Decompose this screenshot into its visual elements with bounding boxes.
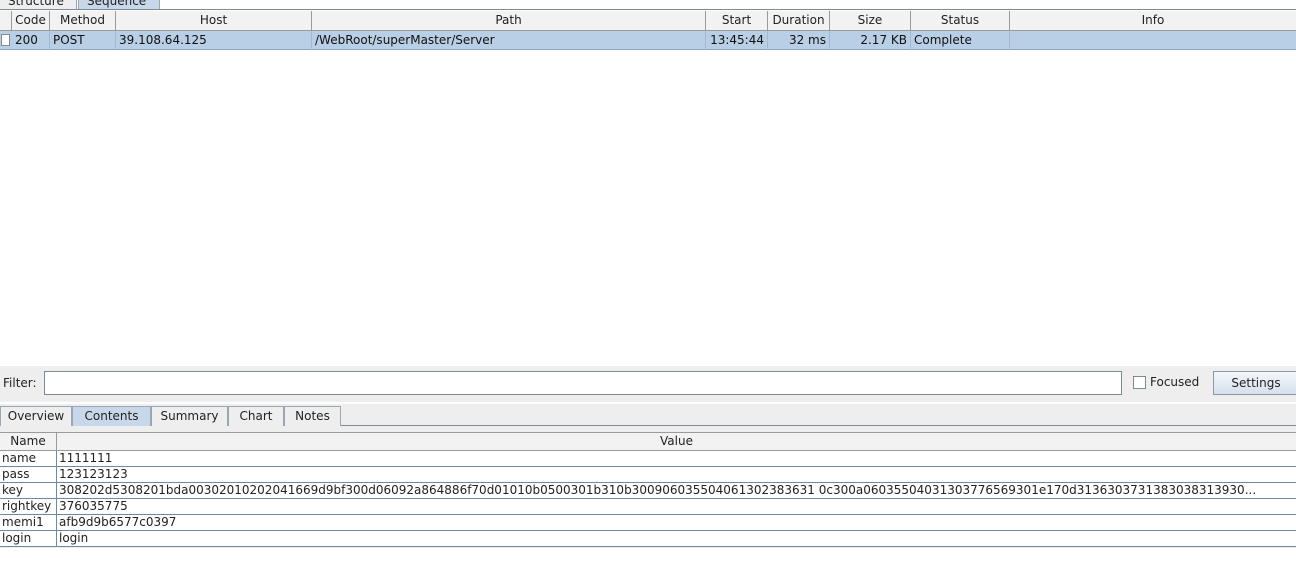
filter-input[interactable] bbox=[44, 371, 1122, 395]
param-value: 308202d5308201bda00302010202041669d9bf30… bbox=[59, 483, 1257, 497]
tab-notes[interactable]: Notes bbox=[284, 406, 341, 426]
param-name: memi1 bbox=[0, 515, 57, 531]
contents-row[interactable]: rightkey 376035775 bbox=[0, 499, 1296, 515]
cell-method: POST bbox=[50, 31, 116, 50]
tab-structure[interactable]: Structure bbox=[0, 0, 77, 9]
cell-code: 200 bbox=[12, 31, 50, 50]
param-name: rightkey bbox=[0, 499, 57, 515]
contents-row[interactable]: memi1 afb9d9b6577c0397 bbox=[0, 515, 1296, 531]
cell-status: Complete bbox=[911, 31, 1010, 50]
tab-summary[interactable]: Summary bbox=[151, 406, 228, 426]
detail-tabs: Overview Contents Summary Chart Notes bbox=[0, 404, 1296, 426]
contents-panel: Name Value name 1111111 pass 123123123 k… bbox=[0, 426, 1296, 567]
column-header-value[interactable]: Value bbox=[57, 433, 1296, 451]
view-tabs: Structure Sequence bbox=[0, 0, 1296, 10]
cell-size: 2.17 KB bbox=[830, 31, 911, 50]
document-icon bbox=[1, 34, 10, 46]
tab-chart[interactable]: Chart bbox=[228, 406, 284, 426]
cell-start: 13:45:44 bbox=[706, 31, 768, 50]
tab-contents[interactable]: Contents bbox=[72, 406, 151, 426]
request-row[interactable]: 200 POST 39.108.64.125 /WebRoot/superMas… bbox=[0, 31, 1296, 50]
param-name: login bbox=[0, 531, 57, 547]
column-header-method[interactable]: Method bbox=[50, 11, 116, 31]
focused-checkbox[interactable] bbox=[1133, 376, 1146, 389]
param-value: 1111111 bbox=[59, 451, 113, 465]
param-value: 123123123 bbox=[59, 467, 128, 481]
param-value: login bbox=[59, 531, 89, 545]
column-header-info[interactable]: Info bbox=[1010, 11, 1296, 31]
contents-row[interactable]: key 308202d5308201bda00302010202041669d9… bbox=[0, 483, 1296, 499]
column-header-start[interactable]: Start bbox=[706, 11, 768, 31]
request-list-empty-area[interactable] bbox=[0, 51, 1296, 366]
param-name: key bbox=[0, 483, 57, 499]
column-header-host[interactable]: Host bbox=[116, 11, 312, 31]
column-header-code[interactable]: Code bbox=[12, 11, 50, 31]
contents-row[interactable]: login login bbox=[0, 531, 1296, 547]
focused-label[interactable]: Focused bbox=[1150, 375, 1199, 389]
filter-bar: Filter: Focused Settings bbox=[0, 366, 1296, 402]
column-header-status[interactable]: Status bbox=[911, 11, 1010, 31]
contents-empty-area bbox=[0, 548, 1296, 567]
cell-host: 39.108.64.125 bbox=[116, 31, 312, 50]
tab-overview[interactable]: Overview bbox=[0, 406, 72, 426]
param-name: name bbox=[0, 451, 57, 467]
contents-table-header: Name Value bbox=[0, 432, 1296, 451]
contents-row[interactable]: pass 123123123 bbox=[0, 467, 1296, 483]
header-icon-column[interactable] bbox=[0, 11, 12, 31]
filter-label: Filter: bbox=[3, 376, 37, 390]
param-name: pass bbox=[0, 467, 57, 483]
column-header-path[interactable]: Path bbox=[312, 11, 706, 31]
param-value: 376035775 bbox=[59, 499, 128, 513]
cell-info bbox=[1010, 31, 1296, 50]
settings-button[interactable]: Settings bbox=[1213, 371, 1296, 395]
tab-sequence[interactable]: Sequence bbox=[78, 0, 160, 9]
param-value: afb9d9b6577c0397 bbox=[59, 515, 177, 529]
column-header-duration[interactable]: Duration bbox=[768, 11, 830, 31]
column-header-size[interactable]: Size bbox=[830, 11, 911, 31]
column-header-name[interactable]: Name bbox=[0, 433, 57, 451]
request-table-header: Code Method Host Path Start Duration Siz… bbox=[0, 11, 1296, 31]
cell-path: /WebRoot/superMaster/Server bbox=[312, 31, 706, 50]
cell-duration: 32 ms bbox=[768, 31, 830, 50]
contents-row[interactable]: name 1111111 bbox=[0, 451, 1296, 467]
